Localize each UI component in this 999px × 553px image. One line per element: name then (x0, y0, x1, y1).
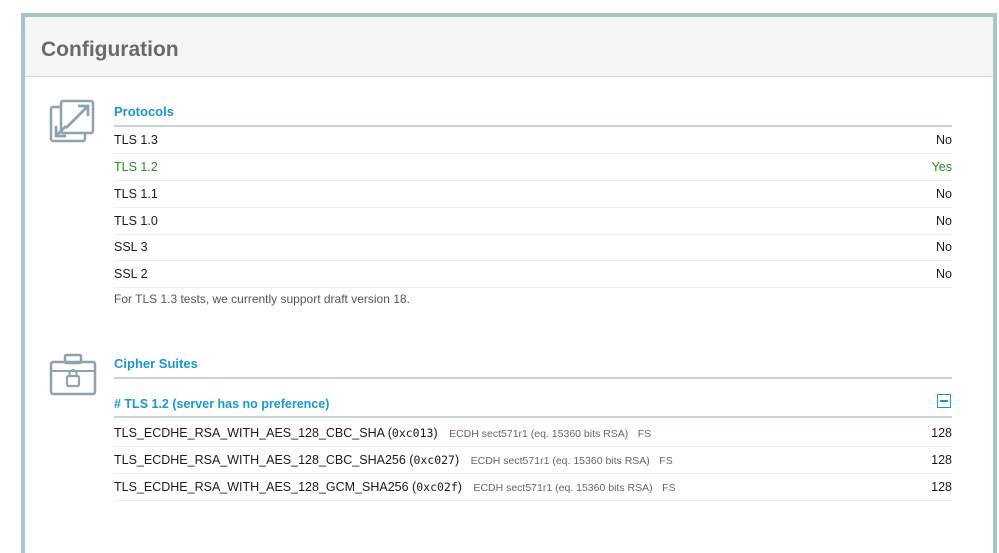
protocol-support: Yes (931, 160, 952, 174)
protocol-name: TLS 1.1 (114, 187, 158, 201)
cipher-group-header[interactable]: # TLS 1.2 (server has no preference) (114, 390, 952, 418)
cipher-suites-title: Cipher Suites (114, 356, 198, 371)
cipher-code: 0xc013 (391, 426, 434, 440)
panel-header: Configuration (25, 17, 993, 77)
cipher-bits: 128 (931, 480, 952, 494)
protocol-row: TLS 1.3 No (114, 127, 952, 154)
cipher-name: TLS_ECDHE_RSA_WITH_AES_128_CBC_SHA (114, 426, 385, 440)
protocol-row: SSL 2 No (114, 261, 952, 288)
protocol-support: No (936, 214, 952, 228)
protocols-title: Protocols (114, 104, 174, 119)
cipher-group-label[interactable]: # TLS 1.2 (server has no preference) (114, 397, 329, 411)
protocol-name: TLS 1.3 (114, 133, 158, 147)
cipher-kex: ECDH sect571r1 (eq. 15360 bits RSA) (473, 482, 653, 494)
cipher-row: TLS_ECDHE_RSA_WITH_AES_128_CBC_SHA256 (0… (114, 447, 952, 474)
cipher-kex: ECDH sect571r1 (eq. 15360 bits RSA) (470, 455, 650, 467)
protocol-row: SSL 3 No (114, 234, 952, 261)
cipher-bits: 128 (931, 426, 952, 440)
cipher-fs: FS (662, 482, 676, 494)
protocol-support: No (936, 240, 952, 254)
cipher-code: 0xc027 (413, 453, 455, 467)
protocol-row: TLS 1.1 No (114, 181, 952, 208)
cipher-fs: FS (637, 428, 652, 440)
cipher-code: 0xc02f (416, 480, 458, 494)
collapse-icon[interactable] (937, 394, 951, 408)
protocol-row: TLS 1.0 No (114, 208, 952, 235)
page-title: Configuration (41, 38, 179, 61)
protocol-name: SSL 2 (114, 267, 148, 281)
locked-toolbox-icon (49, 353, 97, 396)
protocol-name: TLS 1.0 (114, 214, 158, 228)
resize-arrows-icon (49, 99, 95, 143)
cipher-bits: 128 (931, 453, 952, 467)
configuration-panel: Configuration Protocols TLS 1.3 No TLS 1… (21, 13, 997, 553)
cipher-name: TLS_ECDHE_RSA_WITH_AES_128_GCM_SHA256 (114, 480, 409, 494)
protocol-support: No (936, 267, 952, 281)
protocol-name: SSL 3 (114, 240, 148, 254)
cipher-row: TLS_ECDHE_RSA_WITH_AES_128_GCM_SHA256 (0… (114, 474, 952, 501)
cipher-row: TLS_ECDHE_RSA_WITH_AES_128_CBC_SHA (0xc0… (114, 420, 952, 447)
cipher-fs: FS (659, 455, 673, 467)
protocol-name: TLS 1.2 (114, 160, 158, 174)
protocols-note: For TLS 1.3 tests, we currently support … (114, 292, 410, 306)
cipher-suites-divider (114, 377, 952, 379)
cipher-name: TLS_ECDHE_RSA_WITH_AES_128_CBC_SHA256 (114, 453, 406, 467)
cipher-kex: ECDH sect571r1 (eq. 15360 bits RSA) (449, 428, 629, 440)
protocol-row: TLS 1.2 Yes (114, 154, 952, 181)
protocol-support: No (936, 133, 952, 147)
protocol-support: No (936, 187, 952, 201)
